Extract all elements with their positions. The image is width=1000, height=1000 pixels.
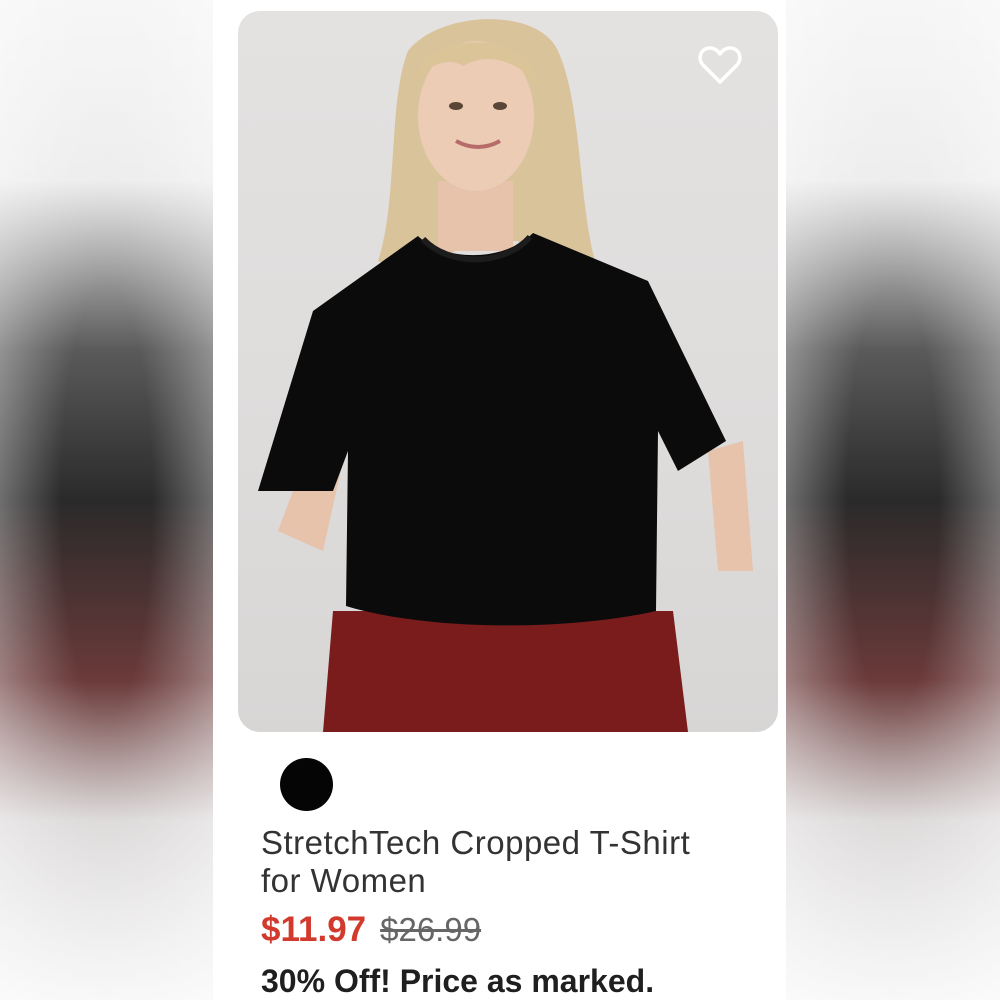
product-image[interactable] [238, 11, 778, 732]
blurred-background-right [786, 0, 1000, 1000]
color-swatch-black[interactable] [280, 758, 333, 811]
product-card[interactable]: StretchTech Cropped T-Shirt for Women $1… [213, 0, 786, 1000]
promo-text: 30% Off! Price as marked. [261, 963, 655, 999]
original-price: $26.99 [380, 911, 482, 948]
heart-outline-icon [698, 46, 742, 84]
price-row: $11.97 $26.99 [261, 910, 481, 954]
sale-price: $11.97 [261, 910, 367, 949]
blurred-background-left [0, 0, 213, 1000]
model-illustration [258, 19, 753, 732]
favorite-button[interactable] [698, 45, 744, 89]
product-title[interactable]: StretchTech Cropped T-Shirt for Women [261, 824, 731, 900]
